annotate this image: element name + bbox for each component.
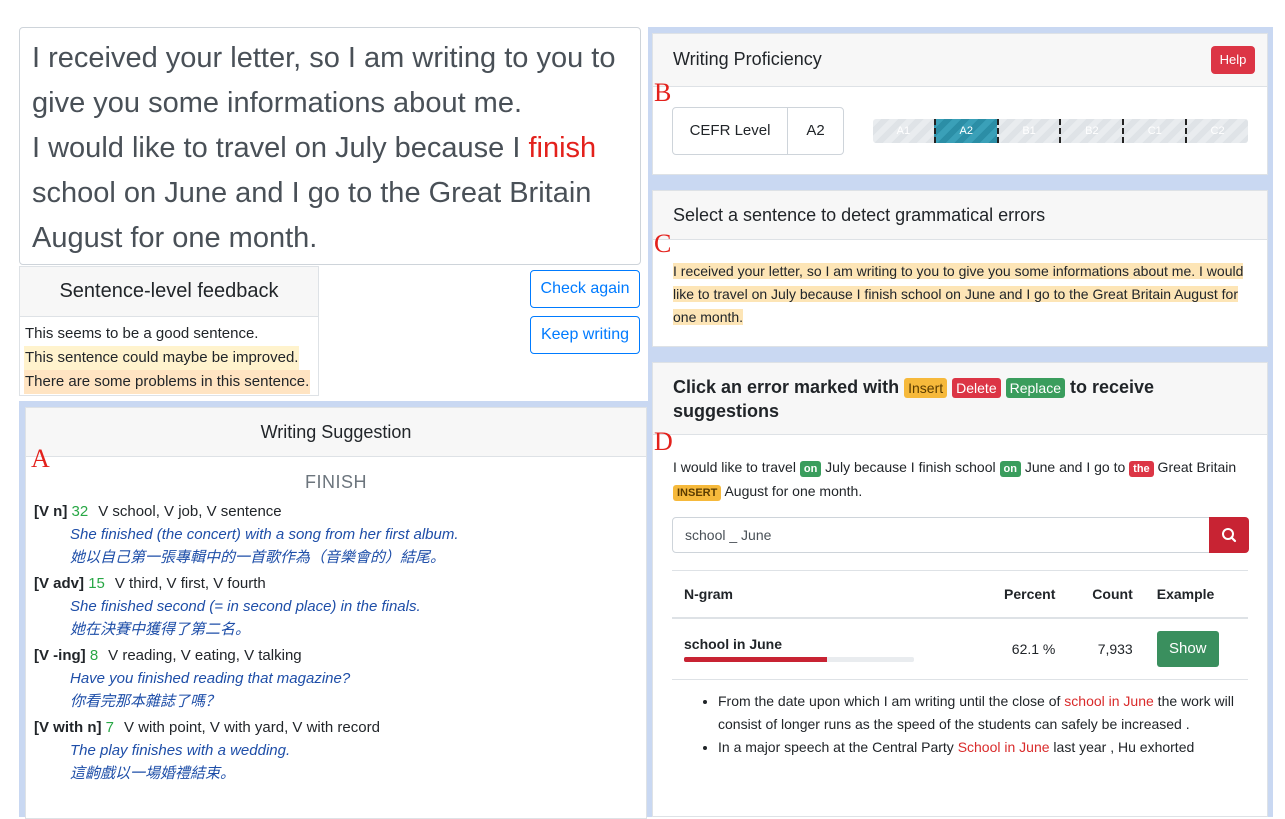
- insert-legend-badge: Insert: [904, 378, 948, 398]
- pattern-collocations: V reading, V eating, V talking: [108, 647, 302, 664]
- example-text: From the date upon which I am writing un…: [718, 693, 1065, 709]
- percent-progress-bar: [684, 657, 914, 662]
- editor-highlight-word[interactable]: finish: [528, 132, 596, 164]
- pattern-count: 7: [105, 719, 115, 736]
- error-title-before: Click an error marked with: [673, 377, 900, 397]
- marker-b: B: [654, 78, 672, 107]
- pattern-example: She finished second (= in second place) …: [70, 598, 421, 615]
- ngram-search-input[interactable]: school _ June: [672, 517, 1210, 553]
- writing-proficiency-title: Writing Proficiency: [673, 49, 822, 69]
- pattern-collocations: V school, V job, V sentence: [98, 503, 282, 520]
- error-suggestions-header: Click an error marked with Insert Delete…: [653, 363, 1267, 435]
- pattern-translation: 她在決賽中獲得了第二名。: [70, 621, 251, 638]
- search-button[interactable]: [1209, 517, 1249, 553]
- pattern-translation: 這齣戲以一場婚禮結束。: [70, 765, 236, 782]
- replace-error-token[interactable]: on: [799, 461, 822, 477]
- percent-progress-fill: [684, 657, 827, 662]
- marker-a: A: [31, 444, 50, 473]
- ngram-cell: school in June: [672, 618, 977, 680]
- pattern-count: 15: [88, 575, 105, 592]
- table-row: school in June 62.1 % 7,933 Show: [672, 618, 1248, 680]
- sentence-selection-card: Select a sentence to detect grammatical …: [652, 190, 1268, 347]
- pattern-entry: [V adv] 15 V third, V first, V fourth She…: [34, 573, 646, 641]
- pattern-collocations: V third, V first, V fourth: [114, 575, 266, 592]
- level-segment: A1: [873, 119, 934, 143]
- column-header-example: Example: [1144, 570, 1248, 619]
- marked-sentence: I would like to travel on July because I…: [653, 435, 1267, 503]
- pattern-translation: 她以自己第一張專輯中的一首歌作為（音樂會的）結尾。: [70, 549, 446, 566]
- feedback-legend-good: This seems to be a good sentence.: [25, 325, 259, 342]
- pattern-count: 8: [89, 647, 99, 664]
- column-header-count: Count: [1067, 570, 1145, 619]
- pattern-label[interactable]: [V adv]: [34, 575, 84, 592]
- list-item: In a major speech at the Central Party S…: [718, 736, 1240, 759]
- pattern-label[interactable]: [V with n]: [34, 719, 102, 736]
- level-segment: B2: [1059, 119, 1123, 143]
- pattern-translation: 你看完那本雜誌了嗎？: [70, 693, 221, 710]
- pattern-label[interactable]: [V -ing]: [34, 647, 86, 664]
- level-segment: C1: [1122, 119, 1186, 143]
- pattern-example: Have you finished reading that magazine?: [70, 670, 351, 687]
- pattern-label[interactable]: [V n]: [34, 503, 67, 520]
- example-highlight: School in June: [957, 739, 1050, 755]
- column-header-percent: Percent: [976, 570, 1068, 619]
- count-cell: 7,933: [1067, 618, 1145, 680]
- ngram-table: N-gram Percent Count Example school in J…: [672, 570, 1248, 680]
- example-sentences: From the date upon which I am writing un…: [700, 690, 1240, 759]
- list-item: From the date upon which I am writing un…: [718, 690, 1240, 736]
- marker-d: D: [654, 427, 673, 456]
- writing-suggestion-title: Writing Suggestion: [26, 408, 646, 457]
- level-segment: B1: [996, 119, 1060, 143]
- cefr-value: A2: [806, 122, 825, 139]
- delete-error-token[interactable]: the: [1129, 461, 1154, 477]
- pattern-collocations: V with point, V with yard, V with record: [124, 719, 380, 736]
- sentence-text: July because I finish school: [821, 459, 1000, 475]
- search-icon: [1222, 528, 1237, 543]
- feedback-legend-problems: There are some problems in this sentence…: [24, 370, 311, 394]
- essay-editor[interactable]: I received your letter, so I am writing …: [19, 27, 641, 265]
- sentence-feedback-panel: Sentence-level feedback This seems to be…: [19, 266, 319, 396]
- keep-writing-button[interactable]: Keep writing: [530, 316, 640, 354]
- delete-legend-badge: Delete: [952, 378, 1001, 398]
- editor-text-after: school on June and I go to the Great Bri…: [32, 177, 592, 254]
- sentence-text: August for one month.: [721, 483, 863, 499]
- pattern-entry: [V n] 32 V school, V job, V sentence She …: [34, 501, 646, 569]
- help-button[interactable]: Help: [1211, 46, 1255, 74]
- pattern-list: [V n] 32 V school, V job, V sentence She …: [26, 493, 646, 785]
- writing-proficiency-header: Writing Proficiency Help: [653, 34, 1267, 87]
- pattern-count: 32: [71, 503, 89, 520]
- replace-error-token[interactable]: on: [999, 461, 1021, 477]
- sentence-text: I would like to travel: [673, 459, 800, 475]
- headword: FINISH: [304, 472, 367, 492]
- insert-error-token[interactable]: INSERT: [673, 485, 722, 501]
- sentence-text: Great Britain: [1153, 459, 1237, 475]
- sentence-text: June and I go to: [1020, 459, 1130, 475]
- marker-c: C: [654, 229, 672, 258]
- pattern-example: She finished (the concert) with a song f…: [70, 526, 459, 543]
- example-text: In a major speech at the Central Party: [718, 739, 958, 755]
- column-header-ngram: N-gram: [672, 570, 977, 619]
- percent-cell: 62.1 %: [976, 618, 1068, 680]
- writing-suggestion-panel: Writing Suggestion FINISH [V n] 32 V scho…: [25, 407, 647, 819]
- example-highlight: school in June: [1064, 693, 1154, 709]
- cefr-level-display: CEFR Level A2: [672, 107, 844, 155]
- example-text: last year , Hu exhorted: [1049, 739, 1195, 755]
- feedback-legend-improve: This sentence could maybe be improved.: [24, 346, 300, 370]
- cefr-label: CEFR Level: [673, 108, 788, 154]
- sentence-selection-title: Select a sentence to detect grammatical …: [653, 191, 1267, 240]
- pattern-entry: [V -ing] 8 V reading, V eating, V talking…: [34, 645, 646, 713]
- pattern-example: The play finishes with a wedding.: [70, 742, 291, 759]
- writing-suggestion-container: Writing Suggestion FINISH [V n] 32 V scho…: [19, 401, 651, 819]
- level-segment: A2: [933, 119, 997, 143]
- level-segment: C2: [1185, 119, 1248, 143]
- check-again-button[interactable]: Check again: [530, 270, 640, 308]
- sentence-feedback-title: Sentence-level feedback: [20, 267, 318, 317]
- selectable-sentence[interactable]: I received your letter, so I am writing …: [673, 263, 1244, 325]
- cefr-level-bar: A1 A2 B1 B2 C1 C2: [873, 119, 1248, 143]
- pattern-entry: [V with n] 7 V with point, V with yard, V…: [34, 717, 646, 785]
- ngram-text: school in June: [684, 636, 783, 652]
- replace-legend-badge: Replace: [1005, 378, 1065, 398]
- example-cell: Show: [1144, 618, 1248, 680]
- show-example-button[interactable]: Show: [1156, 631, 1219, 667]
